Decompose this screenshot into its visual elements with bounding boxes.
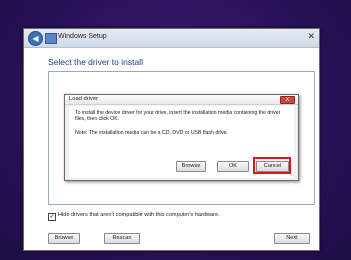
dialog-note: Note: The installation media can be a CD… (75, 130, 229, 136)
setup-app-icon (45, 33, 57, 44)
browse-button-label: Browse (54, 235, 74, 241)
hide-incompatible-checkbox[interactable]: ✓ (48, 213, 56, 221)
dialog-browse-label: Browse (181, 163, 201, 169)
dialog-browse-button[interactable]: Browse (176, 161, 206, 172)
dialog-ok-button[interactable]: OK (217, 161, 249, 172)
dialog-titlebar: Load driver X (65, 95, 298, 105)
rescan-button[interactable]: Rescan (104, 233, 140, 244)
setup-titlebar: ◀ Windows Setup ✕ (24, 29, 319, 48)
next-button-label: Next (286, 235, 298, 241)
dialog-close-button[interactable]: X (280, 96, 295, 104)
hide-incompatible-label: Hide drivers that aren't compatible with… (58, 212, 220, 218)
back-arrow-icon[interactable]: ◀ (28, 31, 43, 46)
window-title: Windows Setup (58, 33, 107, 40)
dialog-title: Load driver (69, 96, 99, 102)
dialog-message: To install the device driver for your dr… (75, 110, 281, 123)
rescan-button-label: Rescan (112, 235, 132, 241)
cancel-highlight-box (253, 157, 291, 174)
next-button[interactable]: Next (274, 233, 310, 244)
page-title: Select the driver to install (48, 57, 143, 67)
close-icon[interactable]: ✕ (307, 32, 315, 42)
dialog-ok-label: OK (228, 163, 238, 169)
browse-button[interactable]: Browse (48, 233, 80, 244)
